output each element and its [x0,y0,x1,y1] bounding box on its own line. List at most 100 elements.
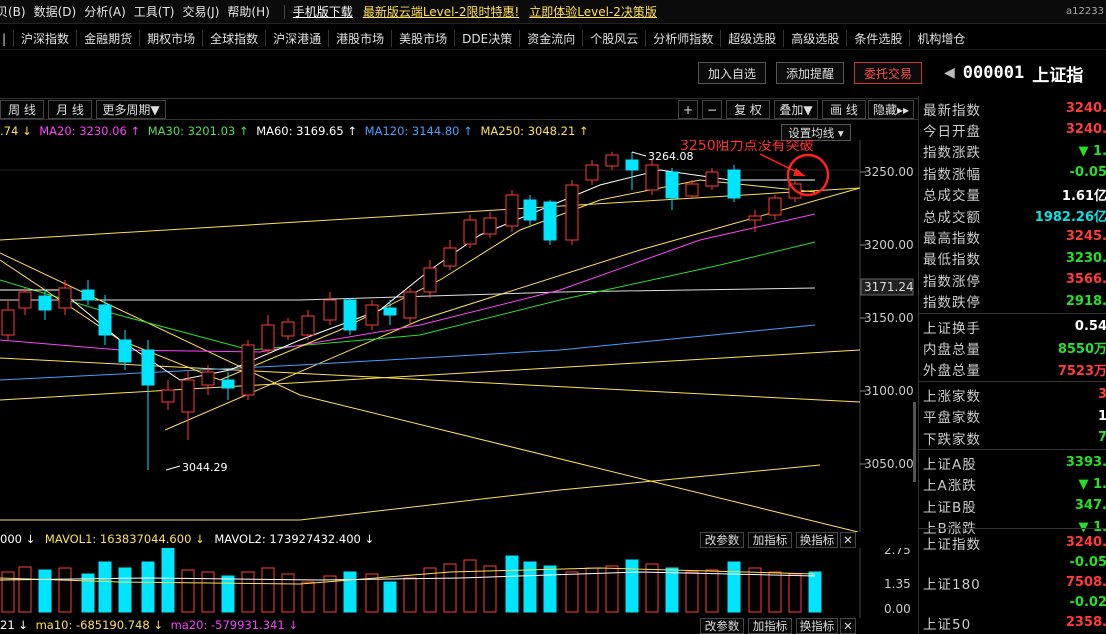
overlay-button[interactable]: 叠加▼ [774,100,818,119]
y-tick-label: 3250.00 [864,165,914,179]
candle-body [161,389,175,403]
level2-trial-link[interactable]: 立即体验Level-2决策版 [529,3,657,20]
stock-code: 000001 [962,63,1025,83]
quote-label: 总成交量 [923,188,981,205]
hide-panel-button[interactable]: 隐藏▸▸ [868,100,914,119]
trade-button[interactable]: 委托交易 [854,62,922,84]
macd-ma10-value: ma10: -685190.748 ↓ [35,618,163,632]
nav-item[interactable]: 港股市场 [328,30,391,47]
prev-stock-icon[interactable]: ◀ [944,65,955,81]
quote-row: 最高指数 3245. [923,226,1106,247]
candle-body [323,299,337,321]
volume-bar [261,567,275,613]
vol-close-icon[interactable]: ✕ [840,532,856,548]
nav-item[interactable]: 沪深港通 [265,30,328,47]
nav-item[interactable]: 美股市场 [391,30,454,47]
index-name: 上证180 [923,576,981,593]
vol-params-button[interactable]: 改参数 [700,532,744,548]
stock-name: 上证指 [1032,65,1084,86]
candle-body [383,307,397,316]
mobile-download-link[interactable]: 手机版下载 [293,3,353,20]
candle-body [301,315,315,336]
menu-file[interactable]: 贝(B) [0,3,26,20]
quote-label: 上涨家数 [923,388,981,405]
volume-bar [343,571,357,613]
quote-value: 3240. [1065,101,1106,116]
index-name: 上证指数 [923,536,981,553]
quote-value: ▼ 1. [1078,476,1106,492]
menu-analysis[interactable]: 分析(A) [84,3,126,20]
menu-trade[interactable]: 交易(J) [183,3,220,20]
nav-item[interactable]: DDE决策 [454,30,519,47]
quote-row: 指数涨跌 ▼ 1. [923,141,1106,162]
adjust-button[interactable]: 复 权 [726,100,770,119]
nav-item[interactable]: 条件选股 [846,30,909,47]
menu-tools[interactable]: 工具(T) [134,3,175,20]
nav-item[interactable]: 期权市场 [139,30,202,47]
vol-switch-indicator-button[interactable]: 换指标 [796,532,838,548]
menu-help[interactable]: 帮助(H) [227,3,269,20]
add-watchlist-button[interactable]: 加入自选 [698,62,766,84]
quote-value: -0.05 [1069,165,1106,181]
nav-item[interactable]: 个股风云 [582,30,645,47]
quote-label: 总成交额 [923,209,981,226]
vol-add-indicator-button[interactable]: 加指标 [748,532,792,548]
vol-y-tick: 1.35 [884,577,911,591]
index-value: 3240. [1065,535,1106,550]
volume-bar [221,575,235,613]
quote-label: 上证A股 [923,456,977,473]
nav-item[interactable]: 分析师指数 [645,30,720,47]
zoom-in-button[interactable]: + [678,100,698,119]
quote-value: ▼ 1. [1078,143,1106,159]
macd-params-button[interactable]: 改参数 [700,618,744,634]
level2-promo-link[interactable]: 最新版云端Level-2限时特惠! [363,3,519,20]
index-change: -0.02 [1069,595,1106,610]
ma-settings-label: 设置均线 [788,125,835,140]
period-month-button[interactable]: 月 线 [48,100,92,119]
nav-item[interactable]: 沪深指数 [13,30,76,47]
quote-divider [919,313,1106,314]
nav-item[interactable]: 全球指数 [202,30,265,47]
index-row[interactable]: 上证180 7508. [923,572,1106,593]
macd-add-indicator-button[interactable]: 加指标 [748,618,792,634]
ma-settings-button[interactable]: 设置均线 ▾ [781,124,851,141]
nav-left-edge: | [2,31,7,46]
volume-bar [665,567,679,613]
more-periods-button[interactable]: 更多周期▼ [96,100,166,119]
quote-value: 1982.26亿 [1034,210,1106,225]
index-change: -0.05 [1069,555,1106,570]
quote-label: 上A涨跌 [923,478,977,495]
draw-line-button[interactable]: 画 线 [822,100,866,119]
candle-body [18,291,32,309]
nav-item[interactable]: 超级选股 [720,30,783,47]
quote-value: 347. [1074,498,1106,514]
y-tick-label: 3100.00 [864,384,914,398]
macd-close-icon[interactable]: ✕ [840,618,856,634]
quote-label: 最高指数 [923,230,981,247]
price-axis: 3250.00 3200.00 3150.00 3100.00 3050.00 3171.… [860,165,916,482]
user-id: a12233 [1066,6,1104,17]
volume-chart[interactable]: 2.75 1.35 0.00 [0,548,916,618]
quote-value: 3 [1097,387,1106,403]
zoom-out-button[interactable]: − [702,100,722,119]
volume-bar [98,561,112,613]
index-value: 7508. [1065,575,1106,590]
add-alert-button[interactable]: 添加提醒 [776,62,844,84]
index-row[interactable]: 上证指数 3240. [923,532,1106,553]
quote-row: 总成交量 1.61亿 [923,184,1106,205]
candle-body [118,339,132,363]
period-week-button[interactable]: 周 线 [0,100,44,119]
candle-body [768,197,782,216]
nav-item[interactable]: 资金流向 [519,30,582,47]
volume-bar [38,569,52,613]
macd-switch-indicator-button[interactable]: 换指标 [796,618,838,634]
nav-item[interactable]: 金融期货 [76,30,139,47]
nav-item[interactable]: 机构增仓 [909,30,972,47]
vol-y-tick: 2.75 [884,548,911,557]
kline-chart[interactable]: 3250.00 3200.00 3150.00 3100.00 3050.00 3171.… [0,140,916,532]
candle-body [201,371,215,386]
menu-data[interactable]: 数据(D) [34,3,77,20]
index-row[interactable]: 上证50 2358. [923,612,1106,633]
volume-bar [705,569,719,613]
nav-item[interactable]: 高级选股 [783,30,846,47]
